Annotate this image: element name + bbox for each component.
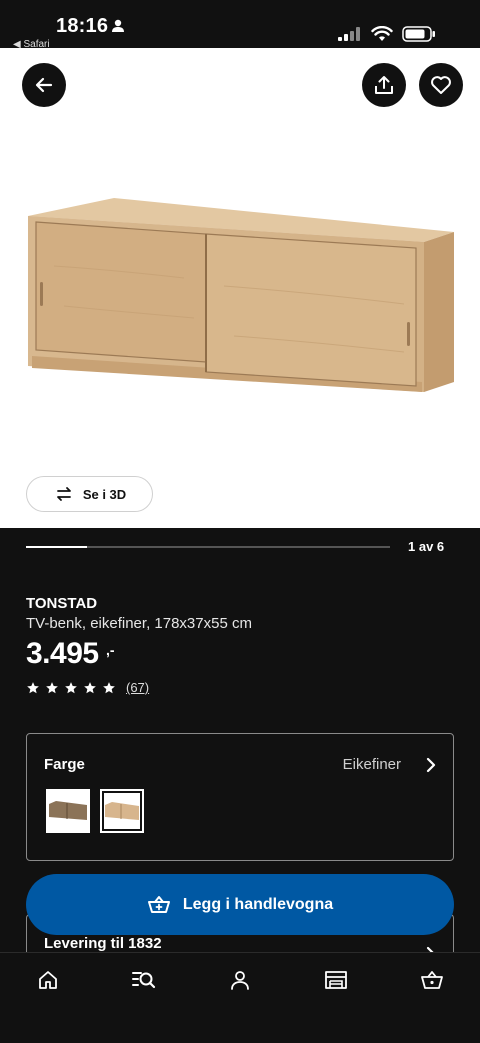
status-bar: 18:16 ◀ Safari [0, 0, 480, 50]
profile-icon [231, 971, 249, 990]
nav-search[interactable] [124, 967, 164, 993]
product-price: 3.495 [26, 637, 99, 670]
nav-cart[interactable] [412, 967, 452, 993]
color-swatch-brown[interactable] [46, 789, 90, 833]
share-button[interactable] [362, 63, 406, 107]
cellular-signal-icon [338, 27, 360, 41]
bottom-navigation [0, 952, 480, 1043]
product-description: TV-benk, eikefiner, 178x37x55 cm [26, 615, 252, 632]
star-icon [84, 681, 96, 693]
star-icon [103, 681, 115, 693]
swatch-brown-thumbnail [49, 801, 87, 820]
gallery-progress-fill [26, 546, 87, 548]
rating-count-link[interactable]: (67) [126, 680, 149, 695]
nav-profile[interactable] [220, 967, 260, 993]
price-suffix: ,- [106, 642, 115, 658]
add-to-cart-label: Legg i handlevogna [182, 895, 334, 913]
color-selected-value: Eikefiner [342, 756, 401, 773]
wifi-icon [371, 26, 393, 41]
add-to-cart-button[interactable]: Legg i handlevogna [26, 874, 454, 935]
swatch-oak-thumbnail [105, 802, 139, 820]
chevron-right-icon[interactable] [425, 756, 437, 774]
view-3d-label: Se i 3D [82, 486, 127, 502]
back-button[interactable] [22, 63, 66, 107]
home-icon [39, 971, 57, 989]
rating-stars [26, 681, 116, 695]
color-label: Farge [44, 756, 85, 773]
person-icon [112, 19, 124, 32]
delivery-label: Levering til 1832 [44, 935, 162, 952]
gallery-position: 1 av 6 [408, 539, 445, 554]
product-name: TONSTAD [26, 595, 98, 612]
cart-plus-icon [147, 895, 170, 913]
heart-icon [431, 76, 451, 94]
search-list-icon [132, 972, 156, 989]
star-icon [27, 681, 39, 693]
product-image-gallery[interactable]: Se i 3D [0, 48, 480, 528]
nav-store[interactable] [316, 967, 356, 993]
star-icon [46, 681, 58, 693]
star-icon [65, 681, 77, 693]
product-rating[interactable]: (67) [26, 680, 149, 695]
store-icon [325, 971, 347, 989]
arrow-left-icon [35, 77, 53, 93]
rotate-3d-icon [56, 487, 71, 501]
product-image [28, 198, 454, 392]
color-selector[interactable]: Farge Eikefiner [26, 733, 454, 861]
status-icons [338, 26, 436, 42]
nav-home[interactable] [28, 967, 68, 993]
view-3d-button[interactable]: Se i 3D [26, 476, 153, 512]
battery-icon [402, 26, 435, 42]
status-time: 18:16 [56, 15, 109, 37]
share-icon [375, 76, 393, 94]
cart-icon [421, 971, 443, 989]
color-swatch-oak[interactable] [100, 789, 144, 833]
favorite-button[interactable] [419, 63, 463, 107]
gallery-progress-track [26, 546, 390, 548]
